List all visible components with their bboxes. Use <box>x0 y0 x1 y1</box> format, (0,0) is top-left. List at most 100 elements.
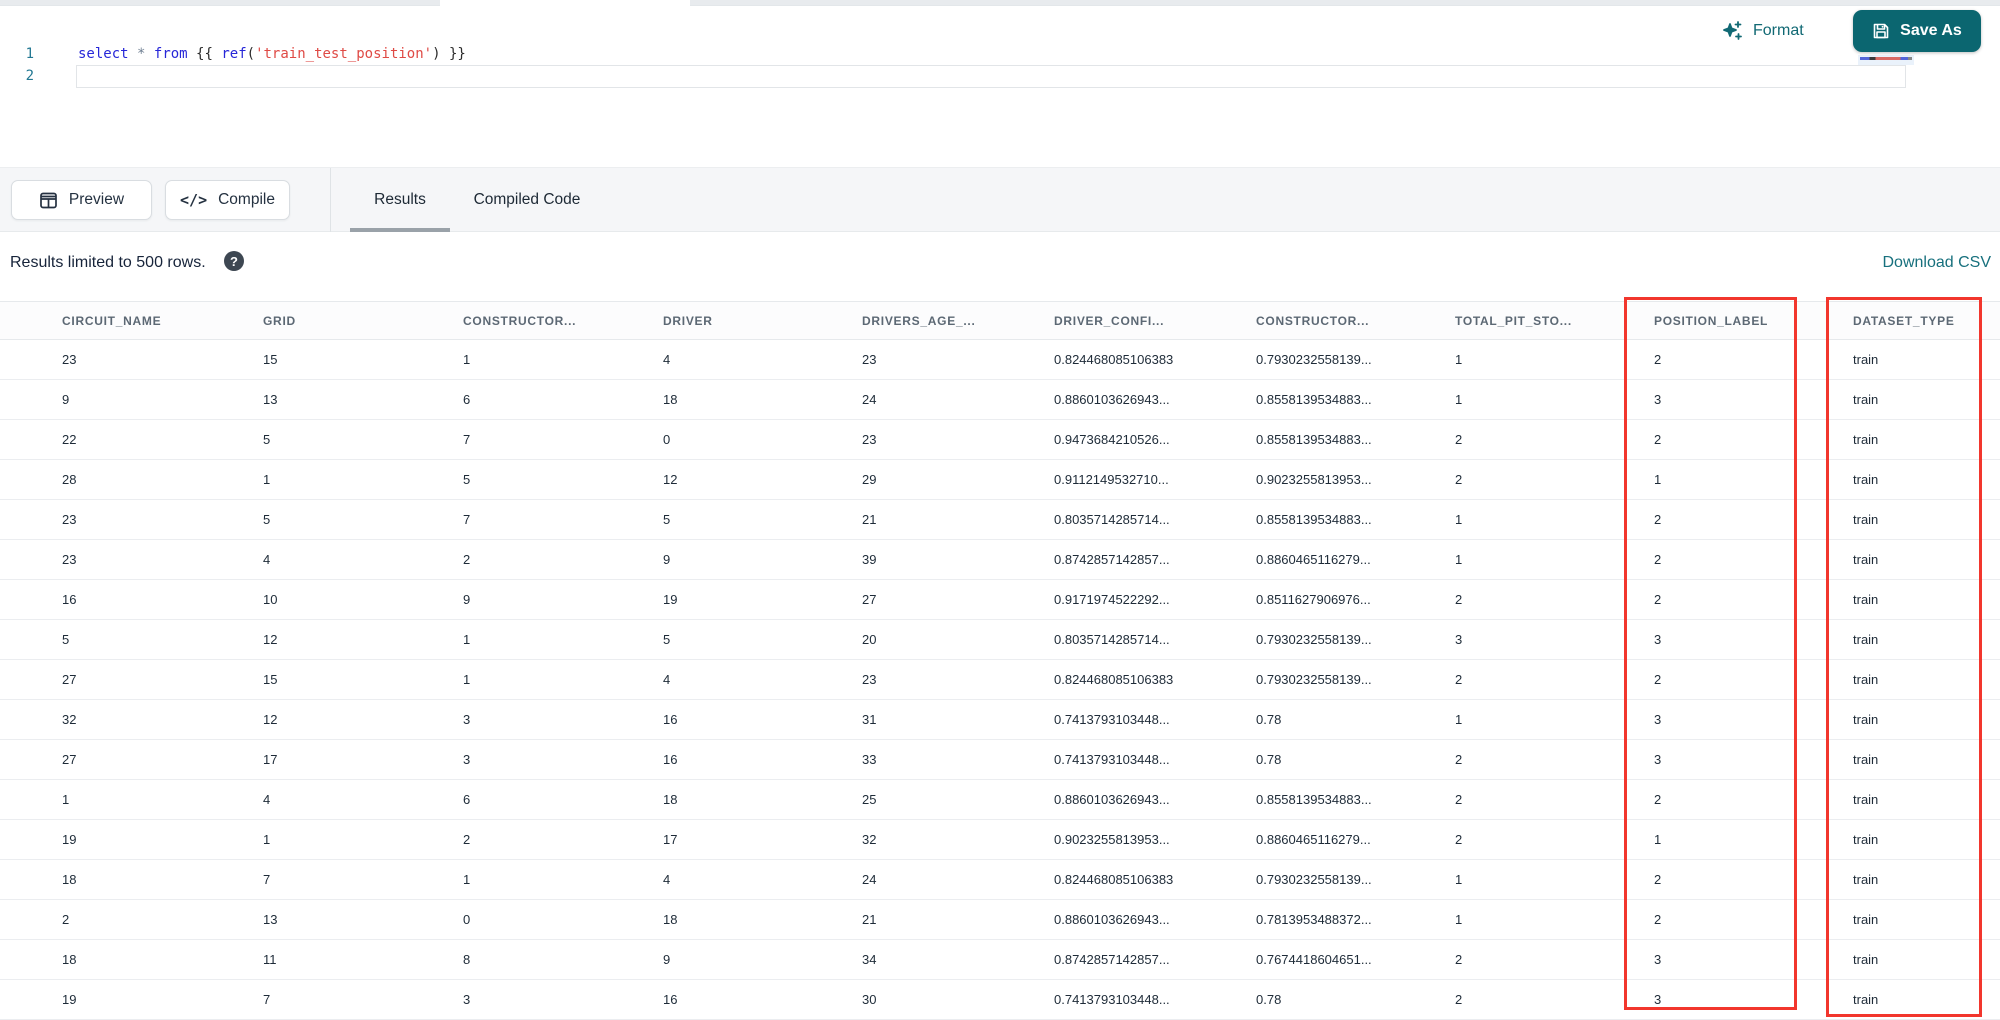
code-token: from <box>153 46 188 62</box>
table-cell: train <box>1853 872 1879 887</box>
table-cell: 1 <box>263 472 271 487</box>
table-cell: 0.8558139534883... <box>1256 432 1372 447</box>
table-cell: 9 <box>663 952 671 967</box>
table-cell: 3 <box>1654 752 1662 767</box>
table-cell: 0.7930232558139... <box>1256 352 1372 367</box>
column-header: DRIVERS_AGE_... <box>862 313 976 328</box>
column-header: DATASET_TYPE <box>1853 313 1955 328</box>
table-cell: 2 <box>1654 912 1662 927</box>
table-cell: 39 <box>862 552 877 567</box>
table-cell: 1 <box>463 672 471 687</box>
table-cell: 31 <box>862 712 877 727</box>
table-cell: 16 <box>62 592 77 607</box>
table-cell: 0.8860465116279... <box>1256 832 1371 847</box>
table-cell: 13 <box>263 392 278 407</box>
table-cell: 3 <box>1654 712 1662 727</box>
table-cell: 4 <box>663 672 671 687</box>
column-header: CIRCUIT_NAME <box>62 313 162 328</box>
table-row: 22 5 7 0 23 0.9473684210526... 0.8558139534883… <box>0 420 2000 460</box>
table-cell: 1 <box>62 792 70 807</box>
table-cell: 21 <box>862 512 877 527</box>
results-table: CIRCUIT_NAME GRID CONSTRUCTOR... DRIVER DRIV… <box>0 301 2000 1020</box>
table-row: 27 15 1 4 23 0.824468085106383 0.7930232558139… <box>0 660 2000 700</box>
table-cell: 2 <box>1654 792 1662 807</box>
table-cell: train <box>1853 472 1879 487</box>
table-cell: 23 <box>62 512 77 527</box>
table-cell: 0.7930232558139... <box>1256 632 1372 647</box>
column-header: GRID <box>263 313 296 328</box>
table-cell: train <box>1853 352 1879 367</box>
table-cell: 5 <box>663 512 671 527</box>
table-cell: train <box>1853 952 1879 967</box>
table-cell: 0.7930232558139... <box>1256 672 1372 687</box>
table-cell: train <box>1853 432 1879 447</box>
table-cell: 20 <box>862 632 877 647</box>
download-csv-link[interactable]: Download CSV <box>1883 254 1992 272</box>
format-button[interactable]: Format <box>1722 15 1804 47</box>
table-cell: 0.7413793103448... <box>1054 752 1170 767</box>
table-row: 16 10 9 19 27 0.9171974522292... 0.85116279069… <box>0 580 2000 620</box>
table-cell: 2 <box>1455 832 1463 847</box>
table-cell: 2 <box>1455 752 1463 767</box>
table-cell: train <box>1853 752 1879 767</box>
table-cell: 3 <box>463 712 471 727</box>
table-cell: 23 <box>62 352 77 367</box>
table-cell: 4 <box>663 872 671 887</box>
table-row: 23 15 1 4 23 0.824468085106383 0.7930232558139… <box>0 340 2000 380</box>
table-cell: 0.824468085106383 <box>1054 352 1174 367</box>
table-cell: 2 <box>1654 592 1662 607</box>
table-cell: 0 <box>463 912 471 927</box>
sql-editor[interactable]: 1 2 select * from {{ ref('train_test_pos… <box>0 7 2000 167</box>
tab-results[interactable]: Results <box>350 168 450 232</box>
table-cell: 27 <box>62 752 77 767</box>
column-header: CONSTRUCTOR... <box>1256 313 1370 328</box>
table-cell: 16 <box>663 752 678 767</box>
table-cell: 0.9171974522292... <box>1054 592 1170 607</box>
table-cell: 18 <box>663 792 678 807</box>
table-row: 19 1 2 17 32 0.9023255813953... 0.886046511627… <box>0 820 2000 860</box>
table-cell: 9 <box>62 392 70 407</box>
preview-button[interactable]: Preview <box>11 180 152 220</box>
table-cell: 5 <box>463 472 471 487</box>
table-row: 18 7 1 4 24 0.824468085106383 0.7930232558139.… <box>0 860 2000 900</box>
table-cell: 24 <box>862 872 877 887</box>
active-file-tab[interactable] <box>440 0 690 6</box>
table-cell: 1 <box>463 872 471 887</box>
table-row: 23 5 7 5 21 0.8035714285714... 0.8558139534883… <box>0 500 2000 540</box>
table-cell: 3 <box>463 992 471 1007</box>
table-cell: 10 <box>263 592 278 607</box>
table-cell: 0.8860103626943... <box>1054 912 1170 927</box>
save-icon <box>1872 22 1890 40</box>
table-cell: train <box>1853 912 1879 927</box>
table-cell: 19 <box>663 592 678 607</box>
save-as-button[interactable]: Save As <box>1853 10 1981 52</box>
table-cell: 4 <box>663 352 671 367</box>
table-cell: 0.7413793103448... <box>1054 992 1170 1007</box>
code-line[interactable]: select * from {{ ref('train_test_positio… <box>78 43 466 65</box>
help-icon[interactable]: ? <box>224 251 244 271</box>
tab-compiled-code[interactable]: Compiled Code <box>462 168 592 232</box>
table-cell: 24 <box>862 392 877 407</box>
table-cell: 1 <box>1455 712 1463 727</box>
compile-button[interactable]: </> Compile <box>165 180 290 220</box>
table-cell: 1 <box>1455 512 1463 527</box>
table-cell: 7 <box>463 512 471 527</box>
table-cell: 9 <box>663 552 671 567</box>
table-cell: 4 <box>263 552 271 567</box>
table-cell: 25 <box>862 792 877 807</box>
editor-minimap[interactable] <box>1858 55 1914 65</box>
code-token: ( <box>246 46 256 62</box>
current-line-highlight[interactable] <box>76 65 1906 88</box>
table-cell: 16 <box>663 992 678 1007</box>
table-cell: 8 <box>463 952 471 967</box>
table-cell: 28 <box>62 472 77 487</box>
table-cell: 1 <box>1455 912 1463 927</box>
code-token: 'train_test_position' <box>255 46 433 62</box>
table-cell: 0.7674418604651... <box>1256 952 1372 967</box>
table-cell: 2 <box>463 552 471 567</box>
table-body: 23 15 1 4 23 0.824468085106383 0.7930232558139… <box>0 340 2000 1020</box>
table-cell: 0.78 <box>1256 752 1282 767</box>
column-header: DRIVER_CONFI... <box>1054 313 1165 328</box>
save-as-label: Save As <box>1900 22 1962 39</box>
